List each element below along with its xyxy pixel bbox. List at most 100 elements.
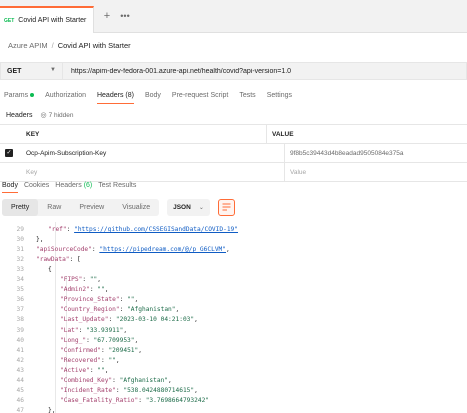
json-key: "FIPS" (60, 276, 83, 284)
chevron-down-icon: ⌄ (198, 204, 204, 211)
line-number: 40 (16, 336, 24, 344)
key-column-header: KEY (0, 124, 267, 144)
tab-method-label: GET (4, 17, 15, 24)
code-text: "Recovered": "", (60, 356, 120, 365)
json-key: "Active" (60, 366, 90, 374)
url-input[interactable] (62, 62, 467, 80)
headers-section-label: Headers (6, 111, 33, 119)
json-value: "67.709953" (93, 336, 135, 344)
json-key: "Incident_Rate" (60, 386, 116, 394)
json-punctuation: { (48, 266, 52, 274)
json-value: "538.0424880714615" (123, 386, 195, 394)
method-select-label: GET (7, 67, 22, 75)
tab-response-test-results[interactable]: Test Results (98, 180, 136, 192)
line-number: 30 (16, 236, 24, 244)
json-punctuation: : (119, 296, 128, 304)
tab-headers-label: Headers (8) (96, 92, 134, 99)
header-enabled-checkbox[interactable]: ✓ (0, 144, 18, 163)
code-line: 37 "Country_Region": "Afghanistan", (0, 305, 467, 314)
json-punctuation: : (78, 326, 87, 334)
json-key: "apiSourceCode" (36, 246, 92, 254)
line-number: 38 (16, 316, 24, 324)
breadcrumb-collection[interactable]: Azure APIM (8, 41, 48, 50)
line-number: 41 (16, 346, 24, 354)
code-text: "Combined_Key": "Afghanistan", (60, 376, 172, 385)
json-key: "Case_Fatality_Ratio" (60, 396, 139, 404)
response-view-toolbar: Pretty Raw Preview Visualize JSON ⌄ (0, 197, 467, 217)
header-value-placeholder[interactable]: Value (285, 163, 467, 182)
json-punctuation: : (66, 226, 75, 233)
empty-checkbox-cell (0, 163, 18, 182)
code-line: 41 "Confirmed": "209451", (0, 346, 467, 355)
json-key: "Combined_Key" (60, 376, 113, 384)
tab-authorization[interactable]: Authorization (45, 88, 86, 104)
json-punctuation: , (134, 336, 139, 344)
pretty-view-button[interactable]: Pretty (2, 198, 39, 216)
code-line: 30}, (0, 235, 467, 244)
visualize-view-button[interactable]: Visualize (113, 199, 159, 216)
tab-headers[interactable]: Headers (8) (96, 88, 134, 104)
json-punctuation: , (168, 376, 172, 384)
headers-subrow: Headers ◎ 7 hidden (0, 108, 74, 122)
plus-icon[interactable]: + (100, 9, 114, 23)
tab-response-body[interactable]: Body (2, 180, 18, 193)
tab-params-label: Params (4, 92, 29, 99)
code-text: { (48, 265, 52, 274)
code-line: 45 "Incident_Rate": "538.0424880714615", (0, 386, 467, 395)
json-punctuation: : (119, 306, 128, 314)
json-value: "209451" (108, 346, 139, 354)
json-key: "Confirmed" (60, 346, 101, 354)
code-line: 44 "Combined_Key": "Afghanistan", (0, 376, 467, 385)
code-line: 33 { (0, 265, 467, 274)
tab-response-headers[interactable]: Headers (6) (55, 180, 92, 192)
header-key-placeholder[interactable]: Key (18, 162, 285, 182)
tab-response-headers-label: Headers (55, 182, 82, 189)
code-text: "Country_Region": "Afghanistan", (60, 305, 179, 314)
json-punctuation: : (86, 336, 94, 344)
tab-response-cookies[interactable]: Cookies (24, 180, 49, 192)
response-body-code[interactable]: 29 "ref": "https://github.com/CSSEGISandD… (0, 222, 467, 413)
code-line: 40 "Long_": "67.709953", (0, 336, 467, 345)
tab-tests[interactable]: Tests (239, 88, 255, 104)
json-punctuation: : (108, 316, 116, 324)
tab-title: Covid API with Starter (18, 17, 87, 24)
code-text: "Long_": "67.709953", (60, 336, 138, 345)
header-key-cell[interactable]: Ocp-Apim-Subscription-Key (18, 143, 285, 163)
json-punctuation: : [ (69, 256, 81, 264)
tab-tests-label: Tests (239, 92, 256, 99)
code-text: "Active": "", (60, 366, 108, 375)
request-tabs: Params Authorization Headers (8) Body Pr… (0, 88, 467, 104)
json-punctuation: : (82, 276, 90, 284)
wrap-lines-button[interactable] (217, 198, 235, 216)
header-value-cell[interactable]: 9f8b5c39443d4b8eadad9505084e375a (285, 144, 467, 163)
tab-params[interactable]: Params (4, 88, 35, 104)
line-number: 32 (16, 256, 24, 264)
view-mode-group: Pretty Raw Preview Visualize (2, 198, 160, 216)
response-tabs: Body Cookies Headers (6) Test Results (0, 180, 467, 193)
line-number: 36 (16, 296, 24, 304)
breadcrumb-current[interactable]: Covid API with Starter (58, 41, 131, 50)
code-text: "Last_Update": "2023-03-10 04:21:03", (60, 315, 198, 324)
hidden-headers-count: 7 hidden (48, 111, 74, 119)
tab-body-label: Body (144, 92, 161, 99)
raw-view-button[interactable]: Raw (38, 199, 70, 216)
tab-pre-request-script[interactable]: Pre-request Script (172, 88, 228, 104)
tab-body[interactable]: Body (145, 88, 161, 104)
format-select[interactable]: JSON ⌄ (167, 198, 210, 216)
response-headers-count: (6) (83, 182, 93, 189)
method-select[interactable]: GET ▼ (0, 62, 62, 80)
code-text: }, (48, 406, 55, 413)
chevron-down-icon: ▼ (50, 67, 56, 73)
tab-settings[interactable]: Settings (267, 88, 292, 104)
json-key: "Recovered" (60, 356, 101, 364)
json-punctuation: , (194, 316, 198, 324)
json-value: "Afghanistan" (119, 376, 169, 384)
json-key: "Lat" (60, 326, 79, 334)
preview-view-button[interactable]: Preview (70, 199, 113, 216)
code-text: "Province_State": "", (60, 295, 138, 304)
code-line: 36 "Province_State": "", (0, 295, 467, 304)
ellipsis-icon[interactable]: ••• (118, 9, 132, 23)
request-tab[interactable]: GET Covid API with Starter (0, 6, 94, 33)
hidden-headers-toggle[interactable]: ◎ 7 hidden (40, 111, 74, 120)
json-key: "Province_State" (60, 296, 120, 304)
